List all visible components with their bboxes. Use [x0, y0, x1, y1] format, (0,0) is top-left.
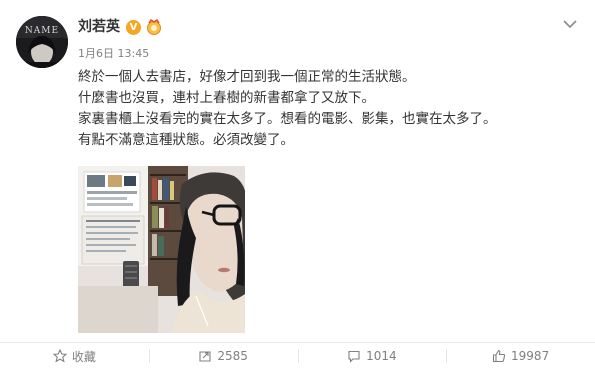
username[interactable]: 刘若英	[78, 18, 120, 36]
repost-button[interactable]: 2585	[148, 343, 298, 369]
star-icon	[52, 349, 67, 363]
favorite-label: 收藏	[71, 349, 96, 364]
avatar[interactable]: NAME	[16, 16, 68, 68]
like-button[interactable]: 19987	[446, 343, 595, 369]
selfie-image	[78, 166, 245, 333]
action-bar: 收藏 2585 1014 19987	[0, 343, 595, 369]
post-line: 終於一個人去書店，好像才回到我一個正常的生活狀態。	[78, 69, 416, 85]
like-count: 19987	[511, 349, 550, 363]
comment-icon	[348, 350, 360, 363]
post-line: 有點不滿意這種狀態。必須改變了。	[78, 132, 294, 148]
post-image[interactable]	[78, 166, 245, 333]
comment-count: 1014	[366, 349, 397, 363]
favorite-button[interactable]: 收藏	[0, 343, 149, 369]
post-timestamp[interactable]: 1月6日 13:45	[78, 47, 149, 61]
verified-badge: V	[126, 20, 141, 35]
avatar-image: NAME	[16, 16, 68, 68]
post-text: 終於一個人去書店，好像才回到我一個正常的生活狀態。 什麼書也沒買，連村上春樹的新…	[78, 67, 578, 151]
repost-count: 2585	[217, 349, 248, 363]
weibo-post-card: NAME 刘若英 V 1月6日 13:45 終於一個人去書店，好像才回到我一個正…	[0, 0, 595, 369]
chevron-down-icon[interactable]	[562, 18, 578, 30]
post-line: 什麼書也沒買，連村上春樹的新書都拿了又放下。	[78, 90, 375, 106]
repost-icon	[199, 351, 211, 362]
thumbs-up-icon	[492, 349, 506, 363]
medal-icon[interactable]	[146, 19, 162, 35]
post-line: 家裏書櫃上沒看完的實在太多了。想看的電影、影集，也實在太多了。	[78, 111, 497, 127]
avatar-text: NAME	[25, 26, 59, 36]
comment-button[interactable]: 1014	[297, 343, 447, 369]
